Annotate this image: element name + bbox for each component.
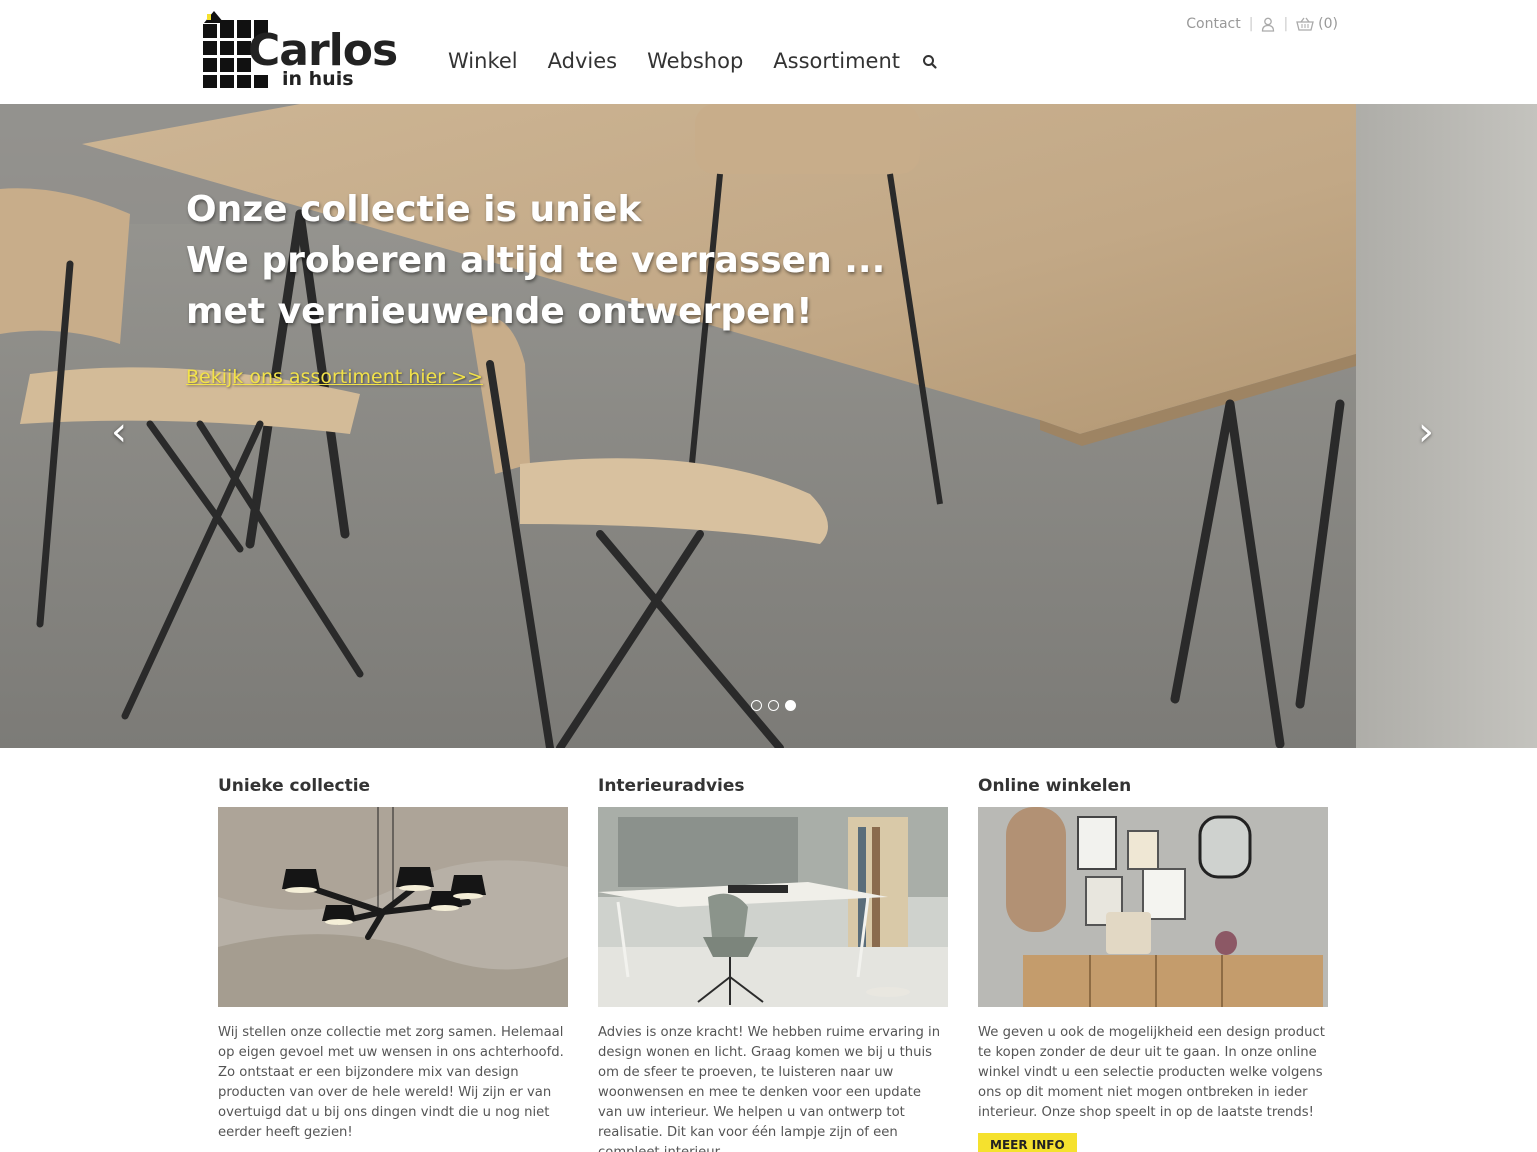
top-utility-bar: Contact | | (0) (1186, 16, 1338, 32)
divider: | (1248, 16, 1254, 32)
slider-dot-2[interactable] (768, 700, 779, 711)
site-logo[interactable]: Carlos in huis (202, 11, 407, 91)
slider-prev-button[interactable]: ‹ (101, 412, 137, 452)
feature-title: Online winkelen (978, 776, 1132, 796)
divider: | (1283, 16, 1289, 32)
slider-dot-3[interactable] (785, 700, 796, 711)
pendant-lamp-image[interactable] (218, 807, 568, 1007)
feature-title: Interieuradvies (598, 776, 745, 796)
site-header: Carlos in huis Winkel Advies Webshop Ass… (0, 0, 1537, 104)
nav-item-advies[interactable]: Advies (548, 47, 617, 75)
slider-dot-1[interactable] (751, 700, 762, 711)
nav-item-winkel[interactable]: Winkel (448, 47, 518, 75)
cart-count: (0) (1318, 16, 1338, 32)
slider-next-button[interactable]: › (1408, 412, 1444, 452)
search-icon[interactable] (920, 52, 940, 72)
feature-text: We geven u ook de mogelijkheid een desig… (978, 1025, 1325, 1120)
hero-headline: Onze collectie is uniek We proberen alti… (186, 184, 885, 337)
nav-item-webshop[interactable]: Webshop (647, 47, 743, 75)
logo-tagline: in huis (282, 68, 354, 90)
nav-item-assortiment[interactable]: Assortiment (773, 47, 900, 75)
logo-title: Carlos (248, 25, 398, 76)
feature-text: Wij stellen onze collectie met zorg same… (218, 1025, 564, 1140)
feature-interieuradvies: Interieuradvies Advies is onze kracht! W… (598, 775, 948, 1152)
hero-slider: Onze collectie is uniek We proberen alti… (0, 104, 1537, 748)
cart-button[interactable]: (0) (1296, 16, 1338, 32)
sideboard-interior-image[interactable] (978, 807, 1328, 1007)
hero-line-1: Onze collectie is uniek (186, 189, 642, 230)
feature-unieke-collectie: Unieke collectie Wij stellen onze collec… (218, 775, 568, 1140)
user-icon[interactable] (1261, 17, 1275, 32)
basket-icon (1296, 17, 1314, 31)
meer-info-button[interactable]: MEER INFO (978, 1133, 1077, 1152)
main-nav: Winkel Advies Webshop Assortiment (448, 47, 900, 75)
slider-dots (751, 700, 796, 711)
hero-line-3: met vernieuwende ontwerpen! (186, 291, 813, 332)
feature-online-winkelen: Online winkelen We geven u ook de mogeli… (978, 775, 1328, 1152)
contact-link[interactable]: Contact (1186, 16, 1240, 32)
feature-title: Unieke collectie (218, 776, 371, 796)
office-interior-image[interactable] (598, 807, 948, 1007)
feature-text: Advies is onze kracht! We hebben ruime e… (598, 1025, 941, 1152)
hero-line-2: We proberen altijd te verrassen ... (186, 240, 886, 281)
assortiment-link[interactable]: Bekijk ons assortiment hier >> (186, 366, 483, 388)
